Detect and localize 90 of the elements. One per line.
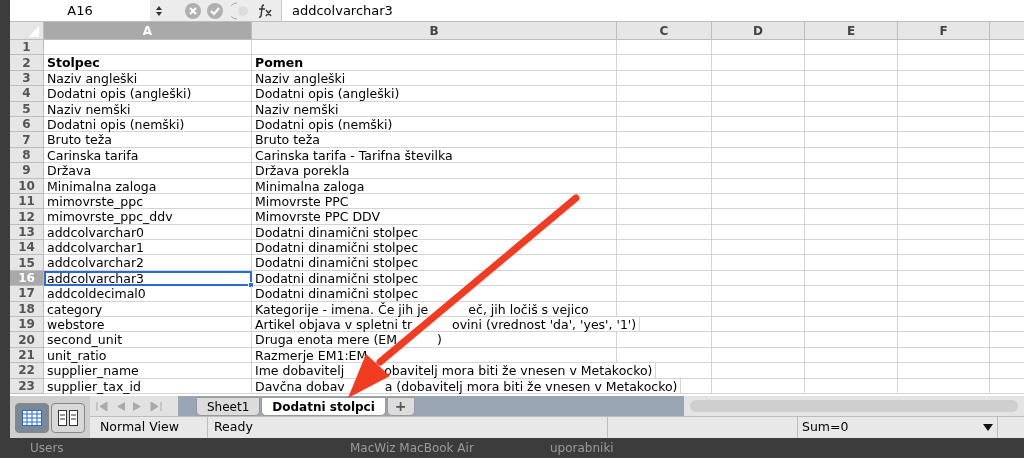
table-cell: Pomen: [252, 55, 617, 71]
cancel-icon[interactable]: [185, 2, 201, 19]
grid-icon: [22, 410, 42, 426]
row-header[interactable]: 19: [10, 317, 44, 333]
stepper-icon[interactable]: [155, 4, 163, 17]
table-cell: Dodatni opis (angleški): [44, 86, 252, 102]
table-cell: addcolvarchar0: [44, 224, 252, 241]
table-cell: Bruto teža: [252, 132, 617, 148]
table-cell: Država porekla: [252, 163, 617, 179]
cell-text: a (dobavitelj mora biti že vnesen v Metakocko): [384, 378, 678, 393]
ready-status: Ready: [208, 417, 608, 438]
first-sheet-icon[interactable]: [96, 401, 108, 411]
column-header[interactable]: F: [898, 22, 990, 39]
row-header[interactable]: 22: [10, 363, 44, 379]
row-header[interactable]: 17: [10, 286, 44, 302]
next-sheet-icon[interactable]: [132, 401, 144, 411]
table-cell: Mimovrste PPC: [252, 193, 617, 210]
dropdown-arrow-icon: [983, 424, 993, 431]
row-header[interactable]: 20: [10, 332, 44, 348]
row-header[interactable]: 1: [10, 40, 44, 56]
table-cell: Dodatni dinamični stolpec: [252, 224, 617, 241]
cell-reference-field[interactable]: A16: [10, 0, 150, 21]
add-sheet-button[interactable]: +: [386, 397, 415, 416]
table-cell: Dodatni opis (nemški): [252, 116, 617, 133]
row-header[interactable]: 12: [10, 209, 44, 225]
table-cell: Minimalna zaloga: [44, 178, 252, 194]
cell-text: Druga enota mere (EM: [255, 332, 397, 347]
table-cell: Dodatni dinamični stolpec: [252, 286, 617, 302]
table-cell: Mimovrste PPC DDV: [252, 209, 617, 225]
previous-sheet-icon[interactable]: [114, 401, 126, 411]
sheet-tab[interactable]: Sheet1: [196, 397, 261, 416]
cell-text: obavitelj mora biti že vnesen v Metakocko): [384, 363, 653, 378]
table-cell: Dodatni dinamični stolpec: [252, 255, 617, 271]
table-cell: Minimalna zaloga: [252, 178, 617, 194]
cell-text: ): [437, 332, 442, 347]
sheet-tab[interactable]: Dodatni stolpci: [261, 397, 386, 416]
table-cell: addcoldecimal0: [44, 286, 252, 302]
last-sheet-icon[interactable]: [150, 401, 162, 411]
pages-icon: [58, 410, 78, 426]
view-status: Normal View: [90, 417, 208, 438]
table-cell: Dodatni dinamični stolpec: [252, 240, 617, 256]
desktop-label: MacWiz MacBook Air: [349, 440, 475, 457]
table-cell: mimovrste_ppc: [44, 193, 252, 210]
table-cell: Dodatni dinamični stolpec: [252, 270, 617, 287]
table-cell: second_unit: [44, 332, 252, 348]
column-header[interactable]: D: [712, 22, 805, 39]
table-cell: Država: [44, 163, 252, 179]
cell-text: eč, jih ločiš s vejico: [468, 301, 589, 317]
table-cell: Naziv angleški: [44, 70, 252, 87]
row-header[interactable]: 7: [10, 132, 44, 148]
desktop-label: Users: [29, 440, 65, 457]
cell-text: Artikel objava v spletni tr: [255, 317, 413, 332]
table-cell: Carinska tarifa - Tarifna številka: [252, 147, 617, 164]
function-icon[interactable]: [257, 3, 273, 18]
table-cell: addcolvarchar2: [44, 255, 252, 271]
normal-view-button[interactable]: [15, 403, 49, 433]
table-cell: unit_ratio: [44, 347, 252, 364]
row-header[interactable]: 2: [10, 55, 44, 71]
table-cell: category: [44, 301, 252, 318]
table-cell: Naziv angleški: [252, 70, 617, 87]
table-cell: Bruto teža: [44, 132, 252, 148]
column-header[interactable]: E: [805, 22, 898, 39]
table-cell: webstore: [44, 317, 252, 333]
column-header[interactable]: B: [252, 22, 617, 39]
cell-text: Kategorije - imena. Če jih je: [255, 301, 429, 317]
cell-text: Ime dobavitelj: [255, 363, 345, 378]
row-header[interactable]: 15: [10, 255, 44, 271]
confirm-icon[interactable]: [207, 2, 223, 19]
sum-dropdown[interactable]: Sum=0: [798, 417, 998, 438]
row-header[interactable]: 9: [10, 163, 44, 179]
table-cell: supplier_name: [44, 363, 252, 379]
table-cell: Naziv nemški: [252, 101, 617, 117]
formula-field[interactable]: addcolvarchar3: [281, 0, 1024, 21]
column-header[interactable]: C: [617, 22, 712, 39]
fill-handle[interactable]: [248, 282, 254, 289]
table-cell: Naziv nemški: [44, 101, 252, 117]
table-cell: Carinska tarifa: [44, 147, 252, 164]
table-cell: Stolpec: [44, 55, 252, 71]
table-cell: supplier_tax_id: [44, 378, 252, 394]
desktop-label: uporabniki: [549, 440, 614, 457]
cell-text: Razmerje EM1:EM: [255, 347, 368, 363]
table-cell: mimovrste_ppc_ddv: [44, 209, 252, 225]
table-cell: addcolvarchar1: [44, 240, 252, 256]
cell-text: Davčna dobav: [255, 378, 345, 393]
row-header[interactable]: 14: [10, 240, 44, 256]
table-cell: Dodatni opis (angleški): [252, 86, 617, 102]
cell-text: ovini (vrednost 'da', 'yes', '1'): [452, 317, 637, 332]
table-cell: Dodatni opis (nemški): [44, 116, 252, 133]
row-header[interactable]: 4: [10, 86, 44, 102]
page-layout-view-button[interactable]: [51, 403, 85, 433]
